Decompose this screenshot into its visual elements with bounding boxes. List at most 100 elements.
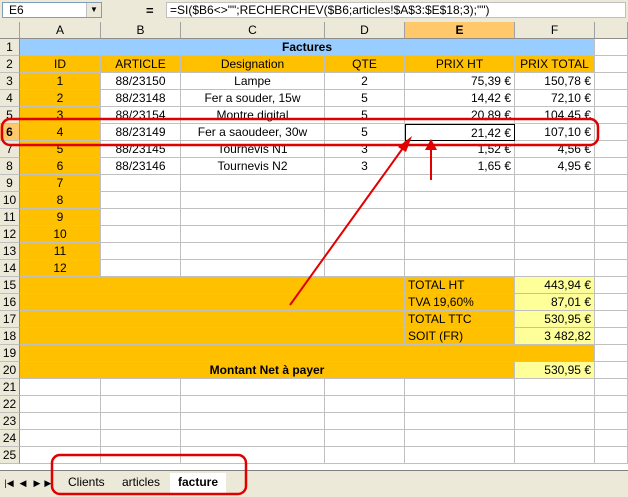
item-id[interactable]: 11	[20, 243, 101, 260]
item-id[interactable]: 7	[20, 175, 101, 192]
row-header[interactable]: 7	[0, 141, 20, 158]
column-header-a[interactable]: A	[20, 22, 101, 39]
item-designation[interactable]: Tournevis N1	[181, 141, 325, 158]
empty-cell[interactable]	[595, 226, 628, 243]
sheet-tab-facture[interactable]: facture	[170, 473, 227, 493]
row-header[interactable]: 2	[0, 56, 20, 73]
empty-cell[interactable]	[595, 379, 628, 396]
empty-cell[interactable]	[595, 192, 628, 209]
item-qte[interactable]: 5	[325, 107, 405, 124]
empty-cell[interactable]	[515, 379, 595, 396]
row-header[interactable]: 16	[0, 294, 20, 311]
first-sheet-icon[interactable]: |◀	[4, 477, 14, 489]
header-prix-total[interactable]: PRIX TOTAL	[515, 56, 595, 73]
total-label[interactable]: SOIT (FR)	[405, 328, 515, 345]
row-header[interactable]: 22	[0, 396, 20, 413]
item-article[interactable]	[101, 243, 181, 260]
column-header-c[interactable]: C	[181, 22, 325, 39]
item-prix-total[interactable]	[515, 209, 595, 226]
item-designation[interactable]: Fer a saoudeer, 30w	[181, 124, 325, 141]
row-header[interactable]: 5	[0, 107, 20, 124]
empty-cell[interactable]	[325, 413, 405, 430]
empty-cell[interactable]	[595, 260, 628, 277]
item-qte[interactable]	[325, 260, 405, 277]
row-header[interactable]: 18	[0, 328, 20, 345]
item-prix-ht[interactable]	[405, 260, 515, 277]
item-prix-ht[interactable]	[405, 226, 515, 243]
item-qte[interactable]	[325, 209, 405, 226]
empty-cell[interactable]	[595, 362, 628, 379]
row-header[interactable]: 12	[0, 226, 20, 243]
item-id[interactable]: 3	[20, 107, 101, 124]
empty-cell[interactable]	[515, 447, 595, 464]
empty-cell[interactable]	[181, 379, 325, 396]
row-header[interactable]: 15	[0, 277, 20, 294]
empty-cell[interactable]	[20, 379, 101, 396]
item-designation[interactable]: Tournevis N2	[181, 158, 325, 175]
chevron-down-icon[interactable]: ▼	[86, 3, 101, 17]
item-id[interactable]: 9	[20, 209, 101, 226]
prev-sheet-icon[interactable]: ◀	[18, 477, 28, 489]
row-header[interactable]: 19	[0, 345, 20, 362]
item-prix-total[interactable]: 72,10 €	[515, 90, 595, 107]
empty-cell[interactable]	[595, 277, 628, 294]
row-header[interactable]: 21	[0, 379, 20, 396]
row-header[interactable]: 14	[0, 260, 20, 277]
empty-cell[interactable]	[101, 430, 181, 447]
item-prix-total[interactable]	[515, 243, 595, 260]
select-all-corner[interactable]	[0, 22, 20, 39]
item-prix-ht[interactable]	[405, 243, 515, 260]
empty-cell[interactable]	[325, 447, 405, 464]
item-prix-total[interactable]	[515, 175, 595, 192]
item-qte[interactable]: 5	[325, 90, 405, 107]
empty-cell[interactable]	[181, 396, 325, 413]
item-article[interactable]: 88/23154	[101, 107, 181, 124]
item-prix-ht[interactable]	[405, 209, 515, 226]
empty-cell[interactable]	[405, 413, 515, 430]
column-header-b[interactable]: B	[101, 22, 181, 39]
total-label[interactable]: TOTAL TTC	[405, 311, 515, 328]
empty-cell[interactable]	[405, 447, 515, 464]
empty-cell[interactable]	[595, 447, 628, 464]
empty-cell[interactable]	[20, 447, 101, 464]
item-prix-total[interactable]	[515, 226, 595, 243]
empty-cell[interactable]	[181, 430, 325, 447]
formula-input[interactable]: =SI($B6<>"";RECHERCHEV($B6;articles!$A$3…	[166, 2, 626, 18]
item-id[interactable]: 6	[20, 158, 101, 175]
row-header[interactable]: 4	[0, 90, 20, 107]
column-header-d[interactable]: D	[325, 22, 405, 39]
empty-cell[interactable]	[595, 396, 628, 413]
empty-cell[interactable]	[181, 447, 325, 464]
row-header[interactable]: 6	[0, 124, 20, 141]
empty-cell[interactable]	[325, 430, 405, 447]
column-header-f[interactable]: F	[515, 22, 595, 39]
header-prix-ht[interactable]: PRIX HT	[405, 56, 515, 73]
item-article[interactable]: 88/23145	[101, 141, 181, 158]
item-qte[interactable]	[325, 192, 405, 209]
item-prix-total[interactable]	[515, 260, 595, 277]
empty-cell[interactable]	[20, 430, 101, 447]
net-value-cell[interactable]: 530,95 €	[515, 362, 595, 379]
empty-cell[interactable]	[325, 396, 405, 413]
name-box[interactable]: E6 ▼	[2, 2, 102, 18]
item-prix-ht[interactable]	[405, 175, 515, 192]
item-id[interactable]: 5	[20, 141, 101, 158]
empty-cell[interactable]	[595, 124, 628, 141]
empty-cell[interactable]	[595, 413, 628, 430]
item-article[interactable]	[101, 209, 181, 226]
item-prix-total[interactable]: 104,45 €	[515, 107, 595, 124]
empty-cell[interactable]	[595, 90, 628, 107]
empty-cell[interactable]	[595, 107, 628, 124]
empty-cell[interactable]	[595, 175, 628, 192]
invoice-title-cell[interactable]: Factures	[20, 39, 595, 56]
empty-cell[interactable]	[101, 379, 181, 396]
item-prix-ht[interactable]: 75,39 €	[405, 73, 515, 90]
item-qte[interactable]: 3	[325, 141, 405, 158]
row-header[interactable]: 3	[0, 73, 20, 90]
header-id[interactable]: ID	[20, 56, 101, 73]
empty-cell[interactable]	[101, 447, 181, 464]
row-header[interactable]: 11	[0, 209, 20, 226]
item-qte[interactable]: 3	[325, 158, 405, 175]
row-header[interactable]: 23	[0, 413, 20, 430]
item-qte[interactable]	[325, 243, 405, 260]
